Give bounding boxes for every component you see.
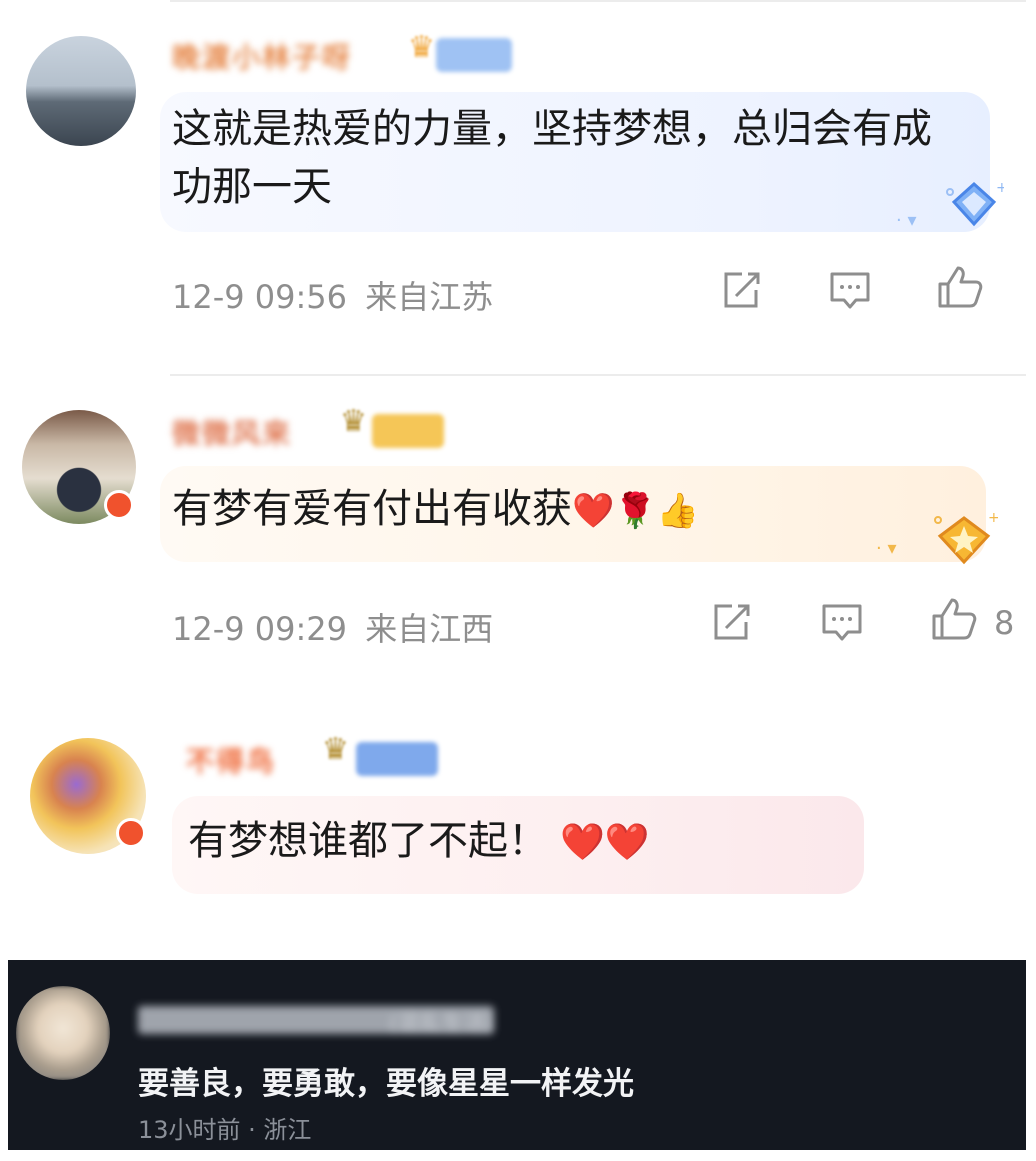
svg-text:+: + xyxy=(996,180,1004,196)
sparkle-icon: · ▾ xyxy=(896,210,917,231)
thumbs-up-icon[interactable] xyxy=(930,596,978,646)
comment-text-body: 有梦想谁都了不起！ xyxy=(188,818,548,864)
comment-time: 12-9 09:56 xyxy=(172,278,348,316)
like-count: 8 xyxy=(994,604,1015,642)
username[interactable]: (混乱生活) xyxy=(138,1006,494,1034)
verified-badge-icon xyxy=(116,818,146,848)
comment-text: 有梦有爱有付出有收获❤️🌹👍 xyxy=(172,480,872,540)
comment-time: 12-9 09:29 xyxy=(172,610,348,648)
comment-meta: 12-9 09:56 来自江苏 xyxy=(172,272,493,318)
comment-meta: 12-9 09:29 来自江西 xyxy=(172,604,493,650)
divider xyxy=(170,374,1026,376)
emoji: ❤️🌹👍 xyxy=(572,491,700,531)
crown-icon: ♛ xyxy=(322,732,349,767)
svg-text:+: + xyxy=(988,510,998,526)
avatar[interactable] xyxy=(26,36,136,146)
level-badge xyxy=(436,38,512,72)
comment-text: 这就是热爱的力量，坚持梦想，总归会有成功那一天 xyxy=(172,106,932,210)
comment-location: 来自江苏 xyxy=(365,278,494,316)
crown-icon: ♛ xyxy=(408,30,435,65)
comment-text: 要善良，要勇敢，要像星星一样发光 xyxy=(138,1066,634,1102)
star-badge-icon: + xyxy=(930,510,1000,572)
comment-location: 来自江西 xyxy=(365,610,494,648)
level-badge xyxy=(356,742,438,776)
username[interactable]: 微微风来 xyxy=(172,412,292,452)
sparkle-icon: · ▾ xyxy=(876,538,897,559)
divider xyxy=(170,0,1026,2)
username[interactable]: 晚渡小林子呀 xyxy=(172,36,352,76)
verified-badge-icon xyxy=(104,490,134,520)
comment-icon[interactable] xyxy=(828,270,872,316)
comment-text: 有梦想谁都了不起！ ❤️❤️ xyxy=(188,812,808,872)
share-icon[interactable] xyxy=(720,270,762,316)
username[interactable]: 不得鸟 xyxy=(186,740,276,780)
avatar[interactable] xyxy=(16,986,110,1080)
emoji: ❤️❤️ xyxy=(560,822,650,863)
level-badge xyxy=(372,414,444,448)
crown-icon: ♛ xyxy=(340,404,367,439)
share-icon[interactable] xyxy=(710,602,752,648)
thumbs-up-icon[interactable] xyxy=(936,264,984,314)
diamond-badge-icon: + xyxy=(944,180,1008,234)
comment-meta: 13小时前 · 浙江 xyxy=(138,1116,312,1144)
comment-text-body: 有梦有爱有付出有收获 xyxy=(172,486,572,532)
comment-icon[interactable] xyxy=(820,602,864,648)
dark-comment-card: (混乱生活) 要善良，要勇敢，要像星星一样发光 13小时前 · 浙江 xyxy=(8,960,1026,1150)
